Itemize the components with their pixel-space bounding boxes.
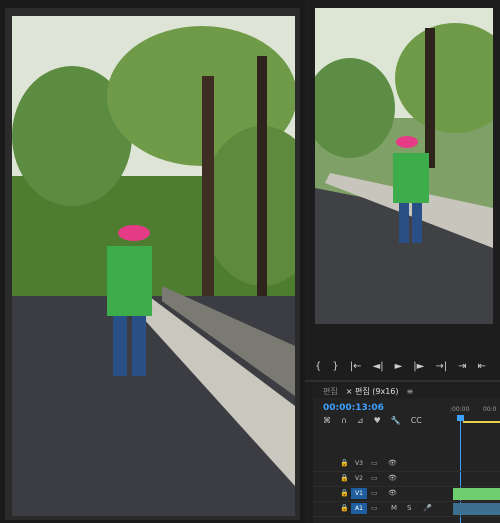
video-clip[interactable] (453, 488, 500, 500)
eye-icon[interactable]: 👁 (388, 489, 397, 497)
timecode-display[interactable]: 00:00:13:06 (323, 403, 384, 413)
mark-out-button[interactable]: } (332, 362, 338, 372)
wrench-icon[interactable]: 🔧 (391, 416, 401, 425)
track-v3[interactable]: 🔒 V3 ▭ 👁 (313, 457, 500, 472)
tab-edit[interactable]: 편집 (323, 386, 338, 397)
lock-icon[interactable]: 🔒 (340, 474, 349, 482)
timeline-panel: 편집 × 편집 (9x16) ≡ 00:00:13:06 :00:00 00:0… (313, 384, 500, 523)
solo-button[interactable]: S (407, 504, 411, 512)
work-area-bar[interactable] (463, 421, 500, 423)
right-video-scene (315, 8, 493, 324)
timeline-tools: ⌘ ∩ ⊿ ♥ 🔧 CC (323, 416, 422, 425)
go-to-out-button[interactable]: →| (435, 362, 447, 372)
eye-icon[interactable]: 👁 (388, 474, 397, 482)
left-video-scene (12, 16, 295, 516)
go-to-in-button[interactable]: |← (350, 362, 362, 372)
step-forward-button[interactable]: |► (413, 362, 424, 372)
tab-edit-9x16[interactable]: × 편집 (9x16) (346, 386, 399, 397)
marker-icon[interactable]: ⊿ (357, 416, 364, 425)
insert-button[interactable]: ⇥ (458, 362, 466, 372)
captions-icon[interactable]: CC (411, 416, 422, 425)
overwrite-button[interactable]: ⇤ (477, 362, 485, 372)
snap-icon[interactable]: ⌘ (323, 416, 331, 425)
right-video-preview (315, 8, 493, 324)
track-name[interactable]: A1 (351, 503, 367, 514)
sync-icon[interactable]: ▭ (371, 504, 378, 512)
step-back-button[interactable]: ◄| (373, 362, 384, 372)
mark-in-button[interactable]: { (315, 362, 321, 372)
sync-icon[interactable]: ▭ (371, 459, 378, 467)
eye-icon[interactable]: 👁 (388, 459, 397, 467)
lock-icon[interactable]: 🔒 (340, 504, 349, 512)
track-v1[interactable]: 🔒 V1 ▭ 👁 (313, 487, 500, 502)
track-a1[interactable]: 🔒 A1 ▭ M S 🎤 (313, 502, 500, 517)
audio-clip[interactable] (453, 503, 500, 515)
sync-icon[interactable]: ▭ (371, 474, 378, 482)
mic-icon[interactable]: 🎤 (423, 504, 432, 512)
left-video-preview (12, 16, 295, 516)
track-v2[interactable]: 🔒 V2 ▭ 👁 (313, 472, 500, 487)
ruler-label: 00:0 (483, 406, 497, 413)
linked-icon[interactable]: ∩ (341, 416, 347, 425)
tab-menu-icon[interactable]: ≡ (407, 387, 414, 396)
track-list: 🔒 V3 ▭ 👁 🔒 V2 ▭ 👁 🔒 V1 ▭ 👁 🔒 A1 ▭ M S 🎤 (313, 457, 500, 517)
track-name[interactable]: V3 (351, 458, 367, 469)
play-button[interactable]: ► (395, 362, 403, 372)
ruler-label: :00:00 (450, 406, 470, 413)
track-name[interactable]: V1 (351, 488, 367, 499)
sync-icon[interactable]: ▭ (371, 489, 378, 497)
timeline-tabs: 편집 × 편집 (9x16) ≡ (313, 384, 500, 398)
mute-button[interactable]: M (391, 504, 397, 512)
track-name[interactable]: V2 (351, 473, 367, 484)
lock-icon[interactable]: 🔒 (340, 459, 349, 467)
transport-controls: { } |← ◄| ► |► →| ⇥ ⇤ (305, 355, 500, 379)
heart-icon[interactable]: ♥ (374, 416, 381, 425)
panel-divider (305, 380, 500, 382)
lock-icon[interactable]: 🔒 (340, 489, 349, 497)
